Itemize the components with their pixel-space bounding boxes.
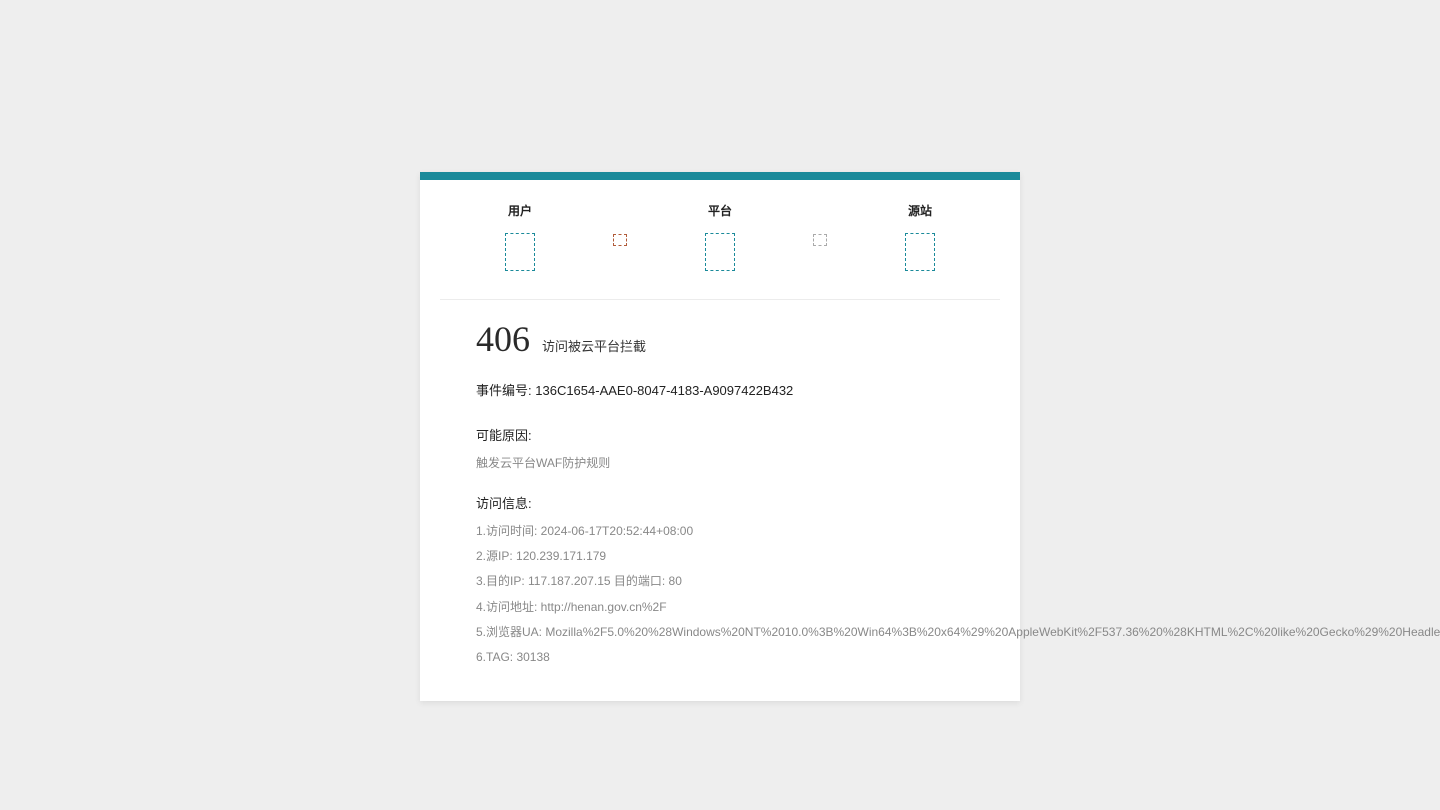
info-item: 4.访问地址: http://henan.gov.cn%2F xyxy=(476,598,964,617)
info-title: 访问信息: xyxy=(476,493,964,512)
error-card: 用户 平台 源站 406 访问被云平台拦截 事件编号: 136C1654-AAE… xyxy=(420,172,1020,701)
info-item: 1.访问时间: 2024-06-17T20:52:44+08:00 xyxy=(476,522,964,541)
user-icon xyxy=(505,233,535,271)
info-list: 1.访问时间: 2024-06-17T20:52:44+08:00 2.源IP:… xyxy=(476,522,964,667)
event-id-line: 事件编号: 136C1654-AAE0-8047-4183-A9097422B4… xyxy=(476,380,964,399)
event-id-label: 事件编号: xyxy=(476,383,532,398)
info-item: 3.目的IP: 117.187.207.15 目的端口: 80 xyxy=(476,572,964,591)
info-item: 6.TAG: 30138 xyxy=(476,648,964,667)
diagram-node-origin: 源站 xyxy=(860,202,980,271)
diagram-label-user: 用户 xyxy=(508,202,532,219)
arrow-icon xyxy=(813,234,827,246)
error-code: 406 xyxy=(476,318,530,360)
diagram-label-origin: 源站 xyxy=(908,202,932,219)
arrow-icon xyxy=(613,234,627,246)
platform-icon xyxy=(705,233,735,271)
flow-diagram: 用户 平台 源站 xyxy=(440,180,1000,300)
error-message: 访问被云平台拦截 xyxy=(542,336,646,355)
origin-icon xyxy=(905,233,935,271)
error-title-row: 406 访问被云平台拦截 xyxy=(476,318,964,360)
diagram-arrow-1 xyxy=(580,202,660,246)
diagram-arrow-2 xyxy=(780,202,860,246)
info-item: 5.浏览器UA: Mozilla%2F5.0%20%28Windows%20NT… xyxy=(476,623,964,642)
error-content: 406 访问被云平台拦截 事件编号: 136C1654-AAE0-8047-41… xyxy=(420,300,1020,667)
reason-text: 触发云平台WAF防护规则 xyxy=(476,454,964,471)
diagram-node-user: 用户 xyxy=(460,202,580,271)
diagram-node-platform: 平台 xyxy=(660,202,780,271)
info-item: 2.源IP: 120.239.171.179 xyxy=(476,547,964,566)
diagram-label-platform: 平台 xyxy=(708,202,732,219)
reason-title: 可能原因: xyxy=(476,425,964,444)
event-id-value: 136C1654-AAE0-8047-4183-A9097422B432 xyxy=(535,383,793,398)
